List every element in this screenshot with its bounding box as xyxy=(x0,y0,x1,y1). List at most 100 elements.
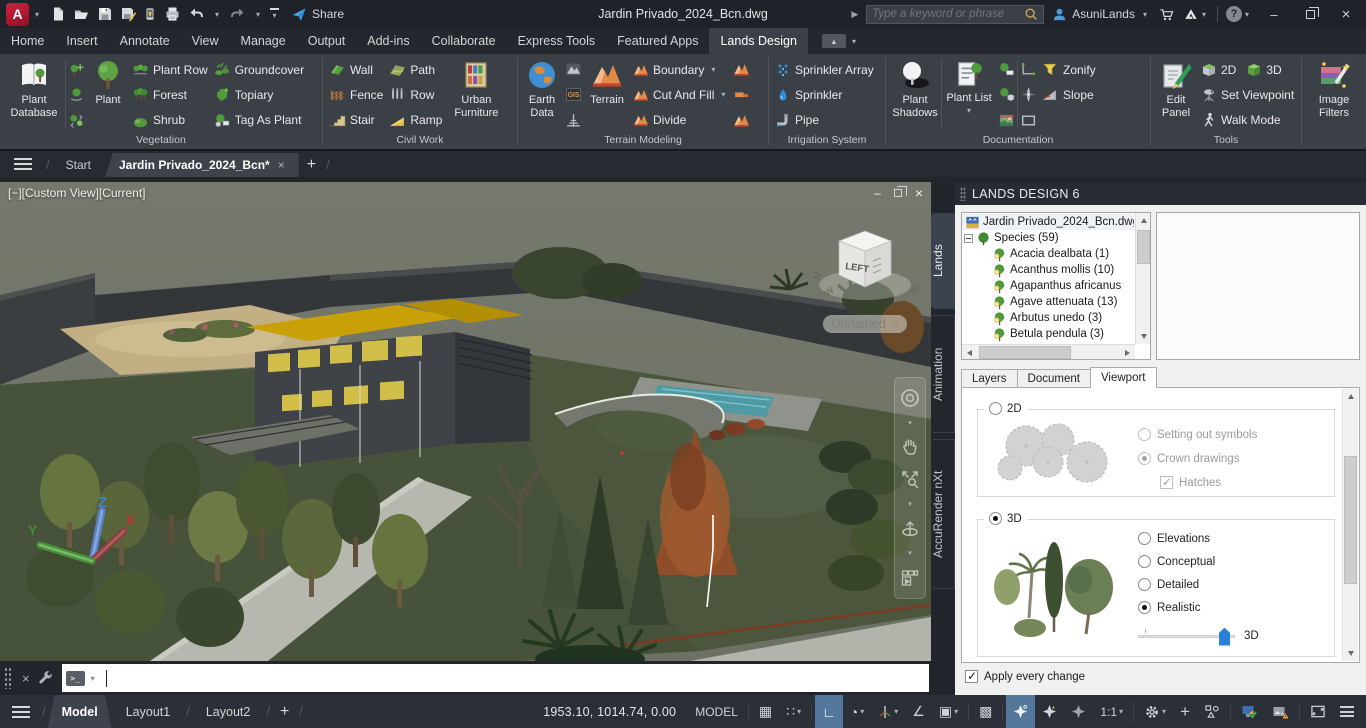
annotation-scale-button[interactable] xyxy=(1064,695,1093,728)
tab-home[interactable]: Home xyxy=(0,28,55,54)
species-tree[interactable]: Jardin Privado_2024_Bcn.dwg Species (59)… xyxy=(961,212,1151,360)
row-button[interactable]: Row xyxy=(389,82,442,107)
model-tab[interactable]: Model xyxy=(48,695,112,728)
viewport-minimize-icon[interactable]: – xyxy=(874,186,881,200)
plant-label-button[interactable] xyxy=(998,61,1015,78)
scrollbar-thumb[interactable] xyxy=(979,345,1071,359)
isolate-objects-button[interactable] xyxy=(1197,695,1227,728)
command-input[interactable]: >_ ▾ xyxy=(61,664,929,692)
radio-3d[interactable] xyxy=(989,512,1002,525)
side-tab-accurender[interactable]: AccuRender nXt xyxy=(931,439,955,589)
forest-button[interactable]: Forest xyxy=(132,82,208,107)
plant-photo-button[interactable] xyxy=(998,112,1015,129)
save-as-button[interactable] xyxy=(120,6,137,22)
urban-furniture-button[interactable]: Urban Furniture xyxy=(445,57,507,133)
new-layout-button[interactable]: + xyxy=(280,703,289,721)
viewport-controls[interactable]: [−][Custom View][Current] xyxy=(8,186,146,200)
plot-button[interactable] xyxy=(164,6,181,22)
navigation-wheel-caret-icon[interactable]: ▾ xyxy=(908,419,912,427)
scroll-up-icon[interactable] xyxy=(1343,389,1358,404)
scrollbar-thumb[interactable] xyxy=(1136,230,1150,264)
plant-button[interactable]: Plant xyxy=(87,57,129,133)
plant-database-button[interactable]: Plant Database xyxy=(3,57,65,133)
image-filters-button[interactable]: Image Filters xyxy=(1308,57,1360,133)
topiary-button[interactable]: Topiary xyxy=(214,82,304,107)
open-file-button[interactable] xyxy=(73,6,90,22)
customization-button[interactable] xyxy=(1333,695,1366,728)
tree-species-row[interactable]: Arbutus unedo (3) xyxy=(962,310,1134,326)
grid-button[interactable]: ▦ xyxy=(752,695,779,728)
tab-document[interactable]: Document xyxy=(1016,369,1091,388)
terrain-button[interactable]: Terrain xyxy=(584,57,630,133)
detail-slider[interactable] xyxy=(1138,627,1235,646)
panel-label-terrain-modeling[interactable]: Terrain Modeling xyxy=(518,133,768,149)
transparency-button[interactable]: ▩ xyxy=(972,695,999,728)
tab-manage[interactable]: Manage xyxy=(230,28,297,54)
plant-list-button[interactable]: Plant List ▾ xyxy=(942,57,996,133)
checkbox-apply-every-change[interactable] xyxy=(965,669,978,683)
scroll-down-icon[interactable] xyxy=(1343,646,1358,661)
side-tab-animation[interactable]: Animation xyxy=(931,315,955,433)
zonify-button[interactable]: Zonify xyxy=(1042,57,1096,82)
tab-view[interactable]: View xyxy=(181,28,230,54)
edit-panel-button[interactable]: Edit Panel xyxy=(1154,57,1198,133)
file-tab-start[interactable]: Start xyxy=(52,153,105,177)
ortho-button[interactable]: ∟ xyxy=(815,695,843,728)
viewport-close-icon[interactable]: × xyxy=(915,185,923,201)
panel-label-civil-work[interactable]: Civil Work xyxy=(323,133,517,149)
annotation-visibility-button[interactable] xyxy=(1006,695,1036,728)
tree-species-row[interactable]: Agapanthus africanus xyxy=(962,278,1134,294)
slope-button[interactable]: Slope xyxy=(1042,82,1096,107)
tree-root-row[interactable]: Jardin Privado_2024_Bcn.dwg xyxy=(962,214,1134,230)
scroll-left-icon[interactable] xyxy=(962,345,977,359)
command-line-grip[interactable] xyxy=(4,667,12,689)
tag-as-plant-button[interactable]: Tag As Plant xyxy=(214,108,304,133)
ramp-button[interactable]: Ramp xyxy=(389,108,442,133)
model-space-button[interactable]: MODEL xyxy=(688,695,745,728)
terrain-image-button[interactable] xyxy=(565,61,582,78)
gis-import-button[interactable] xyxy=(565,86,582,103)
sprinkler-button[interactable]: Sprinkler xyxy=(775,82,879,107)
frame-button[interactable] xyxy=(1020,112,1037,129)
undo-button[interactable] xyxy=(188,7,205,22)
boundary-button[interactable]: Boundary ▾ xyxy=(633,57,728,82)
tree-horizontal-scrollbar[interactable] xyxy=(962,344,1135,359)
graphics-performance-button[interactable] xyxy=(1234,695,1265,728)
tab-insert[interactable]: Insert xyxy=(55,28,108,54)
radio-setting-out-symbols[interactable] xyxy=(1138,428,1151,441)
scrollbar-thumb[interactable] xyxy=(1344,456,1357,584)
layout1-tab[interactable]: Layout1 xyxy=(112,695,184,728)
minimize-button[interactable]: – xyxy=(1260,7,1288,22)
tab-express-tools[interactable]: Express Tools xyxy=(507,28,607,54)
search-box[interactable] xyxy=(866,4,1045,24)
panel-header[interactable]: LANDS DESIGN 6 xyxy=(955,183,1366,205)
scroll-down-icon[interactable] xyxy=(1136,329,1150,344)
orbit-caret-icon[interactable]: ▾ xyxy=(908,549,912,557)
set-viewpoint-button[interactable]: Set Viewpoint xyxy=(1201,82,1294,107)
tab-annotate[interactable]: Annotate xyxy=(109,28,181,54)
search-input[interactable] xyxy=(872,8,1025,20)
contour-button[interactable] xyxy=(565,112,582,129)
command-line-close-icon[interactable]: × xyxy=(22,671,30,686)
showmotion-icon[interactable] xyxy=(899,567,921,589)
sprinkler-array-button[interactable]: Sprinkler Array xyxy=(775,57,879,82)
restore-button[interactable] xyxy=(1296,6,1324,22)
plant-shadows-button[interactable]: Plant Shadows xyxy=(889,57,941,133)
coordinates-display[interactable]: 1953.10, 1014.74, 0.00 xyxy=(531,705,688,719)
detail-pane[interactable] xyxy=(1156,212,1360,360)
annotation-scale-value[interactable]: 1:1 ▾ xyxy=(1093,695,1130,728)
app-menu-caret-icon[interactable]: ▾ xyxy=(35,10,39,19)
isodraft-button[interactable]: ▾ xyxy=(871,695,905,728)
collapse-node-icon[interactable] xyxy=(964,233,973,243)
new-file-button[interactable] xyxy=(50,6,66,22)
checkbox-hatches[interactable] xyxy=(1160,475,1173,489)
undo-caret-icon[interactable]: ▾ xyxy=(215,10,219,19)
panel-label-documentation[interactable]: Documentation xyxy=(886,133,1150,149)
tab-collaborate[interactable]: Collaborate xyxy=(421,28,507,54)
side-tab-lands[interactable]: Lands xyxy=(931,213,955,309)
redo-caret-icon[interactable]: ▾ xyxy=(256,10,260,19)
fence-button[interactable]: Fence xyxy=(329,82,383,107)
annotation-autoscale-button[interactable] xyxy=(1035,695,1064,728)
orbit-icon[interactable] xyxy=(899,518,921,540)
page-scrollbar[interactable] xyxy=(1342,389,1358,661)
